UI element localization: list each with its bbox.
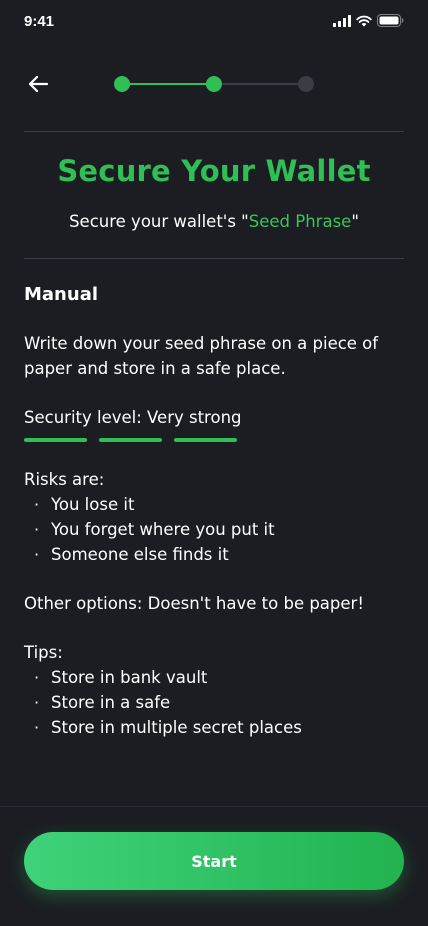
subtitle-prefix: Secure your wallet's " [69, 212, 249, 231]
signal-icon [333, 14, 351, 27]
list-item: · Store in multiple secret places [24, 715, 404, 740]
list-item: · Store in bank vault [24, 665, 404, 690]
list-item: · Someone else finds it [24, 542, 404, 567]
page-subtitle: Secure your wallet's "Seed Phrase" [0, 212, 428, 231]
bullet-dot: · [34, 693, 40, 712]
progress-step-1 [114, 76, 130, 92]
status-bar: 9:41 [0, 0, 428, 44]
wifi-icon [356, 15, 372, 26]
arrow-left-icon [28, 75, 49, 93]
security-level-label: Security level: Very strong [24, 408, 242, 427]
tip-text: Store in a safe [51, 693, 171, 712]
back-button[interactable] [22, 70, 54, 98]
bullet-dot: · [34, 495, 40, 514]
security-bar [99, 438, 162, 442]
progress-step-2 [206, 76, 222, 92]
seed-phrase-highlight: Seed Phrase [248, 212, 352, 231]
list-item: · You forget where you put it [24, 517, 404, 542]
security-bar [24, 438, 87, 442]
start-button[interactable]: Start [24, 832, 404, 890]
progress-step-3 [298, 76, 314, 92]
risk-text: Someone else finds it [51, 545, 229, 564]
tip-text: Store in multiple secret places [51, 718, 302, 737]
progress-stepper [114, 76, 314, 92]
manual-description: Write down your seed phrase on a piece o… [24, 334, 379, 378]
footer-divider [0, 806, 428, 807]
manual-heading: Manual [24, 284, 99, 305]
list-item: · You lose it [24, 492, 404, 517]
bullet-dot: · [34, 668, 40, 687]
security-level-bars [24, 438, 404, 442]
risks-list: · You lose it · You forget where you put i… [24, 492, 404, 567]
other-options: Other options: Doesn't have to be paper! [24, 594, 364, 613]
header-divider [24, 131, 404, 132]
security-bar [174, 438, 237, 442]
subtitle-suffix: " [351, 212, 359, 231]
bullet-dot: · [34, 718, 40, 737]
tips-heading: Tips: [24, 643, 63, 662]
risks-heading: Risks are: [24, 470, 105, 489]
subtitle-divider [24, 258, 404, 259]
risk-text: You lose it [51, 495, 135, 514]
tip-text: Store in bank vault [51, 668, 208, 687]
manual-section: Manual Write down your seed phrase on a … [24, 283, 404, 740]
bullet-dot: · [34, 520, 40, 539]
status-icons [333, 14, 404, 27]
bullet-dot: · [34, 545, 40, 564]
page-title: Secure Your Wallet [57, 154, 371, 188]
battery-icon [377, 14, 404, 27]
tips-list: · Store in bank vault · Store in a safe · S… [24, 665, 404, 740]
list-item: · Store in a safe [24, 690, 404, 715]
risk-text: You forget where you put it [51, 520, 275, 539]
status-time: 9:41 [24, 13, 55, 30]
